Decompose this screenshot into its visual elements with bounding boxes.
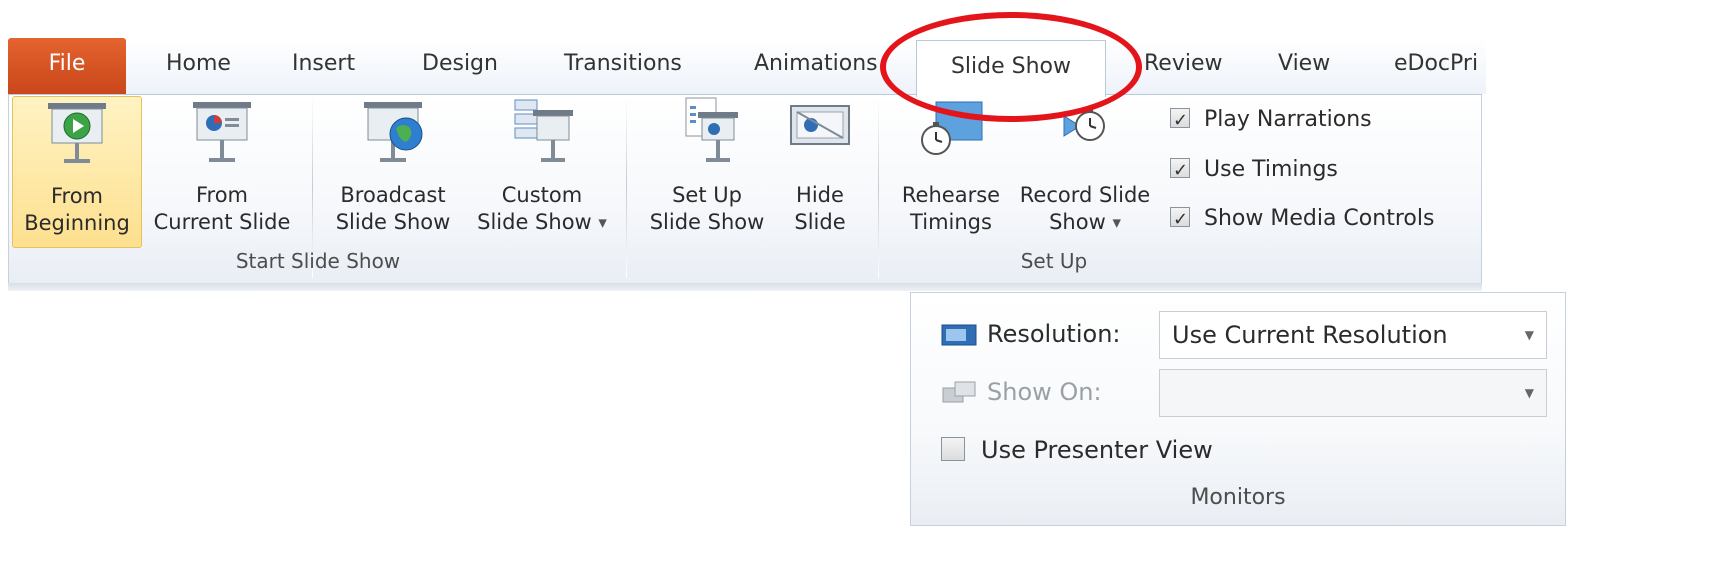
tab-file[interactable]: File xyxy=(8,38,126,94)
hide-slide-button[interactable]: Hide Slide xyxy=(782,96,858,246)
group-label-set-up: Set Up xyxy=(1020,249,1088,273)
show-on-label: Show On: xyxy=(987,378,1102,406)
group-label-monitors: Monitors xyxy=(1190,485,1286,510)
presenter-view-label: Use Presenter View xyxy=(981,436,1213,464)
checkbox-checked-icon[interactable] xyxy=(1170,105,1190,137)
from-current-slide-button[interactable]: From Current Slide xyxy=(146,96,298,246)
chevron-down-icon: ▼ xyxy=(598,216,607,230)
broadcast-slide-show-button[interactable]: Broadcast Slide Show xyxy=(326,96,460,246)
projector-play-icon xyxy=(48,103,106,163)
from-beginning-button[interactable]: From Beginning xyxy=(12,96,142,248)
from-current-line2: Current Slide xyxy=(153,210,291,234)
record-line2: Show xyxy=(1049,210,1106,234)
monitor-resolution-icon xyxy=(941,324,977,346)
hide-line2: Slide xyxy=(794,210,846,234)
tab-transitions[interactable]: Transitions xyxy=(564,38,682,94)
use-timings-label: Use Timings xyxy=(1204,157,1338,182)
use-timings-checkbox[interactable]: Use Timings xyxy=(1170,154,1338,187)
ribbon-tab-bar: File Home Insert Design Transitions Anim… xyxy=(8,38,1486,97)
chevron-down-icon: ▼ xyxy=(1112,216,1121,230)
play-narrations-label: Play Narrations xyxy=(1204,107,1372,132)
tab-review[interactable]: Review xyxy=(1144,38,1223,94)
checkbox-checked-icon[interactable] xyxy=(1170,155,1190,187)
show-media-controls-checkbox[interactable]: Show Media Controls xyxy=(1170,203,1435,236)
from-beginning-line2: Beginning xyxy=(24,211,130,235)
record-line1: Record Slide xyxy=(1019,183,1151,207)
play-narrations-checkbox[interactable]: Play Narrations xyxy=(1170,104,1372,137)
setup-line1: Set Up xyxy=(672,183,742,207)
tab-animations[interactable]: Animations xyxy=(754,38,878,94)
resolution-value: Use Current Resolution xyxy=(1172,321,1448,349)
tab-insert[interactable]: Insert xyxy=(292,38,355,94)
resolution-dropdown[interactable]: Use Current Resolution ▼ xyxy=(1159,311,1547,359)
tab-view[interactable]: View xyxy=(1278,38,1330,94)
resolution-label: Resolution: xyxy=(987,320,1121,348)
setup-line2: Slide Show xyxy=(649,210,765,234)
monitors-group: Resolution: Use Current Resolution ▼ Sho… xyxy=(910,292,1566,526)
checkbox-checked-icon[interactable] xyxy=(1170,204,1190,236)
show-media-controls-label: Show Media Controls xyxy=(1204,206,1435,231)
set-up-slide-show-button[interactable]: Set Up Slide Show xyxy=(636,96,778,246)
tab-home[interactable]: Home xyxy=(166,38,231,94)
tab-edocpri[interactable]: eDocPri xyxy=(1394,38,1478,94)
hide-line1: Hide xyxy=(796,183,844,207)
rehearse-line2: Timings xyxy=(910,210,992,234)
hide-slide-icon xyxy=(790,105,850,145)
use-presenter-view-checkbox[interactable]: Use Presenter View xyxy=(941,427,1213,473)
group-separator xyxy=(626,96,627,278)
broadcast-line2: Slide Show xyxy=(335,210,451,234)
dual-monitor-icon xyxy=(942,381,976,403)
rehearse-line1: Rehearse xyxy=(901,183,1001,207)
custom-slide-show-button[interactable]: Custom Slide Show ▼ xyxy=(462,96,622,246)
chevron-down-icon[interactable]: ▼ xyxy=(1525,312,1534,358)
custom-line1: Custom xyxy=(501,183,583,207)
from-current-line1: From xyxy=(195,183,249,207)
annotation-circle xyxy=(880,12,1142,122)
chevron-down-icon[interactable]: ▼ xyxy=(1525,370,1534,416)
custom-show-icon xyxy=(514,99,573,162)
show-on-dropdown[interactable]: ▼ xyxy=(1159,369,1547,417)
group-label-start-slide-show: Start Slide Show xyxy=(235,249,401,273)
projector-slide-icon xyxy=(193,102,251,162)
broadcast-line1: Broadcast xyxy=(340,183,446,207)
from-beginning-line1: From xyxy=(50,184,104,208)
broadcast-globe-icon xyxy=(364,102,423,162)
checkbox-unchecked-icon[interactable] xyxy=(941,437,965,461)
ribbon-shadow xyxy=(8,283,1482,291)
custom-line2: Slide Show xyxy=(477,210,592,234)
setup-show-icon xyxy=(685,97,738,162)
show-on-row: Show On: xyxy=(941,369,1102,415)
tab-design[interactable]: Design xyxy=(422,38,498,94)
resolution-row: Resolution: xyxy=(941,311,1121,357)
